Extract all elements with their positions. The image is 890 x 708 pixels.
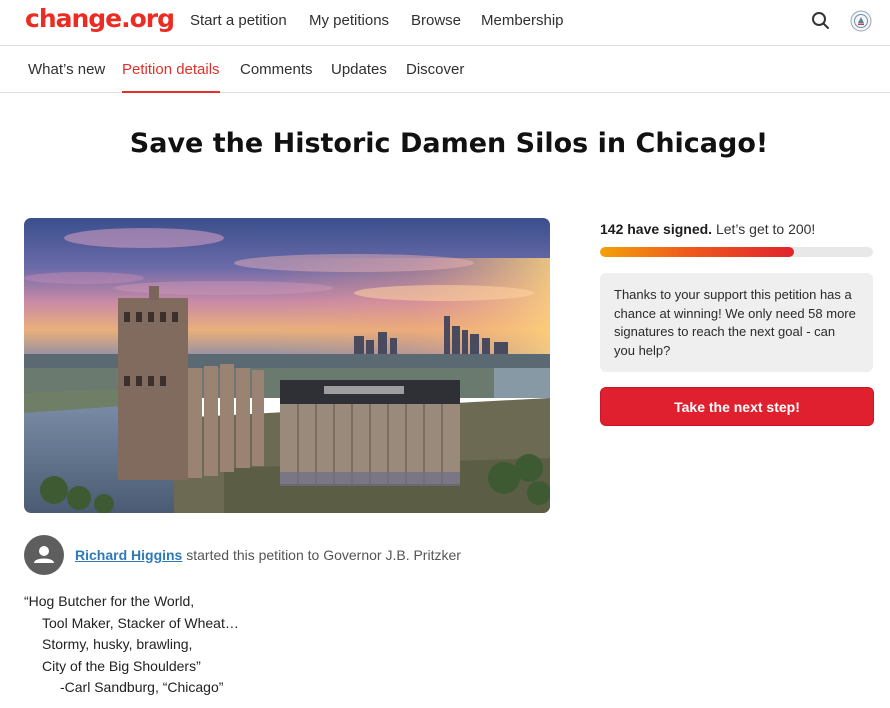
petition-image [24,218,550,513]
tab-updates[interactable]: Updates [331,61,387,93]
signed-count-text: 142 have signed. [600,221,713,237]
top-navigation: change.org Start a petition My petitions… [0,0,890,46]
nav-browse[interactable]: Browse [411,12,461,29]
petition-quote: “Hog Butcher for the World, Tool Maker, … [24,591,239,699]
author-suffix: started this petition to Governor J.B. P… [182,547,461,563]
support-message: Thanks to your support this petition has… [600,273,873,372]
quote-line: “Hog Butcher for the World, [24,593,195,609]
change-org-logo[interactable]: change.org [25,4,175,33]
nav-membership[interactable]: Membership [481,12,564,29]
tab-comments[interactable]: Comments [240,61,313,93]
goal-text: Let’s get to 200! [712,221,816,237]
user-avatar-icon[interactable] [850,10,872,32]
signature-progress-bar [600,247,873,257]
quote-attribution: -Carl Sandburg, “Chicago” [60,679,224,695]
take-next-step-button[interactable]: Take the next step! [600,387,874,426]
tab-petition-details[interactable]: Petition details [122,61,220,93]
nav-my-petitions[interactable]: My petitions [309,12,389,29]
author-name-link[interactable]: Richard Higgins [75,547,182,563]
nav-start-petition[interactable]: Start a petition [190,12,287,29]
tab-discover[interactable]: Discover [406,61,464,93]
quote-line: Stormy, husky, brawling, [42,636,193,652]
petition-tabs: What’s new Petition details Comments Upd… [0,47,890,93]
petition-title: Save the Historic Damen Silos in Chicago… [129,128,769,159]
quote-line: Tool Maker, Stacker of Wheat… [42,614,239,631]
quote-line: City of the Big Shoulders” [42,657,201,674]
author-avatar-icon [24,535,64,575]
tab-whats-new[interactable]: What’s new [28,61,105,93]
author-line: Richard Higgins started this petition to… [75,547,461,563]
search-icon[interactable] [810,10,832,32]
signature-count: 142 have signed. Let’s get to 200! [600,221,815,237]
signature-progress-fill [600,247,794,257]
